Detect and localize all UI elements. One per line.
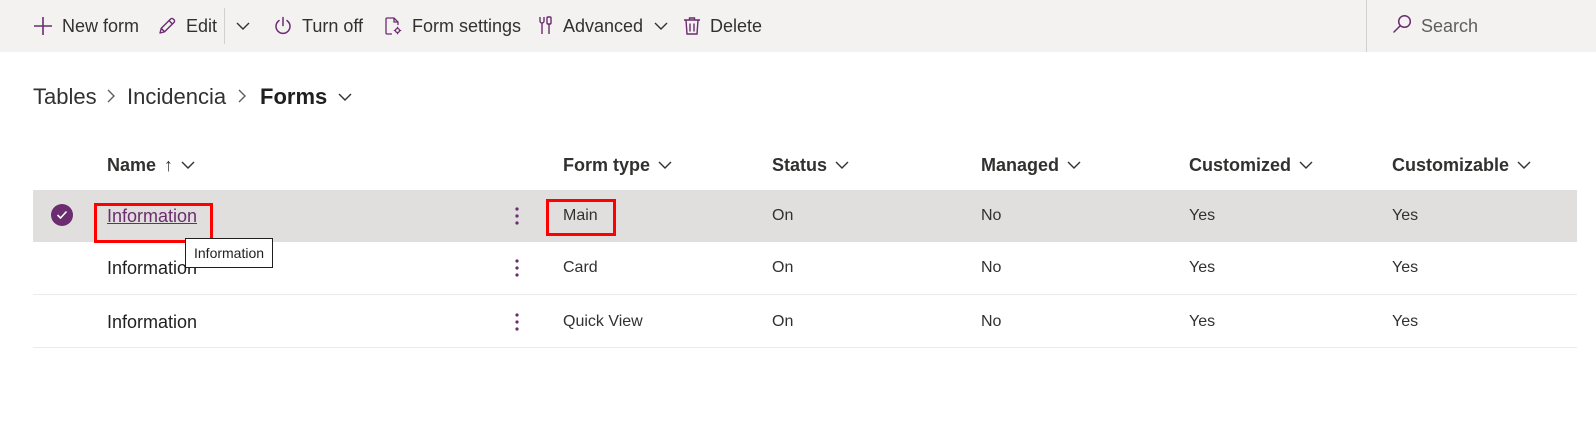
breadcrumb-table[interactable]: Incidencia — [127, 82, 226, 112]
form-name-link[interactable]: Information — [107, 242, 197, 294]
form-type-cell: Quick View — [563, 313, 643, 330]
name-tooltip: Information — [185, 238, 274, 268]
edit-button[interactable]: Edit — [157, 0, 217, 52]
edit-label: Edit — [186, 15, 218, 36]
split-divider — [224, 8, 225, 44]
breadcrumb-current[interactable]: Forms — [260, 82, 353, 112]
column-header-customizable-label: Customizable — [1392, 154, 1510, 175]
search-box[interactable]: Search — [1392, 0, 1478, 52]
column-header-status[interactable]: Status — [772, 152, 850, 178]
chevron-down-icon — [1517, 161, 1531, 169]
chevron-right-icon — [235, 88, 249, 109]
sort-ascending-icon: ↑ — [164, 154, 174, 175]
column-header-customizable[interactable]: Customizable — [1392, 152, 1532, 178]
customized-cell: Yes — [1189, 259, 1216, 276]
status-cell: On — [772, 207, 794, 224]
turn-off-label: Turn off — [302, 15, 364, 36]
form-settings-label: Form settings — [412, 15, 522, 36]
form-type-cell: Card — [563, 259, 598, 276]
column-header-customized-label: Customized — [1189, 154, 1292, 175]
search-placeholder: Search — [1421, 15, 1479, 36]
more-vertical-icon[interactable] — [511, 256, 523, 280]
search-icon — [1392, 14, 1412, 39]
column-header-managed-label: Managed — [981, 154, 1060, 175]
new-form-button[interactable]: New form — [33, 0, 139, 52]
breadcrumb-tables[interactable]: Tables — [33, 82, 97, 112]
more-commands-dropdown[interactable] — [235, 0, 251, 52]
column-header-name[interactable]: Name ↑ — [107, 152, 196, 178]
status-cell: On — [772, 259, 794, 276]
breadcrumb-current-label: Forms — [260, 84, 328, 109]
column-header-form-type[interactable]: Form type — [563, 152, 673, 178]
managed-cell: No — [981, 207, 1002, 224]
customized-cell: Yes — [1189, 207, 1216, 224]
more-vertical-icon[interactable] — [511, 310, 523, 334]
managed-cell: No — [981, 259, 1002, 276]
form-type-cell: Main — [563, 207, 598, 224]
column-header-status-label: Status — [772, 154, 828, 175]
turn-off-button[interactable]: Turn off — [273, 0, 363, 52]
checkmark-circle-icon[interactable] — [51, 204, 73, 226]
delete-label: Delete — [710, 15, 763, 36]
table-row[interactable]: Information Quick View On No Yes Yes — [33, 296, 1577, 348]
column-header-name-label: Name — [107, 154, 157, 175]
new-form-label: New form — [62, 15, 140, 36]
status-cell: On — [772, 313, 794, 330]
command-bar: New form Edit Turn off Form settings Adv… — [0, 0, 1596, 52]
managed-cell: No — [981, 313, 1002, 330]
customizable-cell: Yes — [1392, 259, 1419, 276]
pencil-icon — [157, 16, 177, 36]
more-vertical-icon[interactable] — [511, 204, 523, 228]
form-name-link[interactable]: Information — [107, 296, 197, 348]
advanced-dropdown[interactable]: Advanced — [536, 0, 669, 52]
form-settings-button[interactable]: Form settings — [383, 0, 521, 52]
chevron-down-icon — [1299, 161, 1313, 169]
chevron-down-icon — [337, 89, 353, 105]
customizable-cell: Yes — [1392, 207, 1419, 224]
chevron-down-icon — [658, 161, 672, 169]
column-header-customized[interactable]: Customized — [1189, 152, 1314, 178]
trash-icon — [683, 16, 701, 36]
document-gear-icon — [383, 16, 403, 36]
form-name-link[interactable]: Information — [107, 190, 197, 242]
chevron-down-icon — [235, 18, 251, 34]
wrench-screwdriver-icon — [536, 16, 554, 36]
chevron-down-icon — [1067, 161, 1081, 169]
customizable-cell: Yes — [1392, 313, 1419, 330]
search-divider — [1366, 0, 1367, 52]
column-header-managed[interactable]: Managed — [981, 152, 1082, 178]
chevron-right-icon — [104, 88, 118, 109]
chevron-down-icon — [181, 161, 195, 169]
power-icon — [273, 16, 293, 36]
customized-cell: Yes — [1189, 313, 1216, 330]
delete-button[interactable]: Delete — [683, 0, 762, 52]
chevron-down-icon — [653, 18, 669, 34]
plus-icon — [33, 16, 53, 36]
column-header-form-type-label: Form type — [563, 154, 651, 175]
chevron-down-icon — [835, 161, 849, 169]
table-row[interactable]: Information Main On No Yes Yes — [33, 190, 1577, 242]
advanced-label: Advanced — [563, 15, 644, 36]
